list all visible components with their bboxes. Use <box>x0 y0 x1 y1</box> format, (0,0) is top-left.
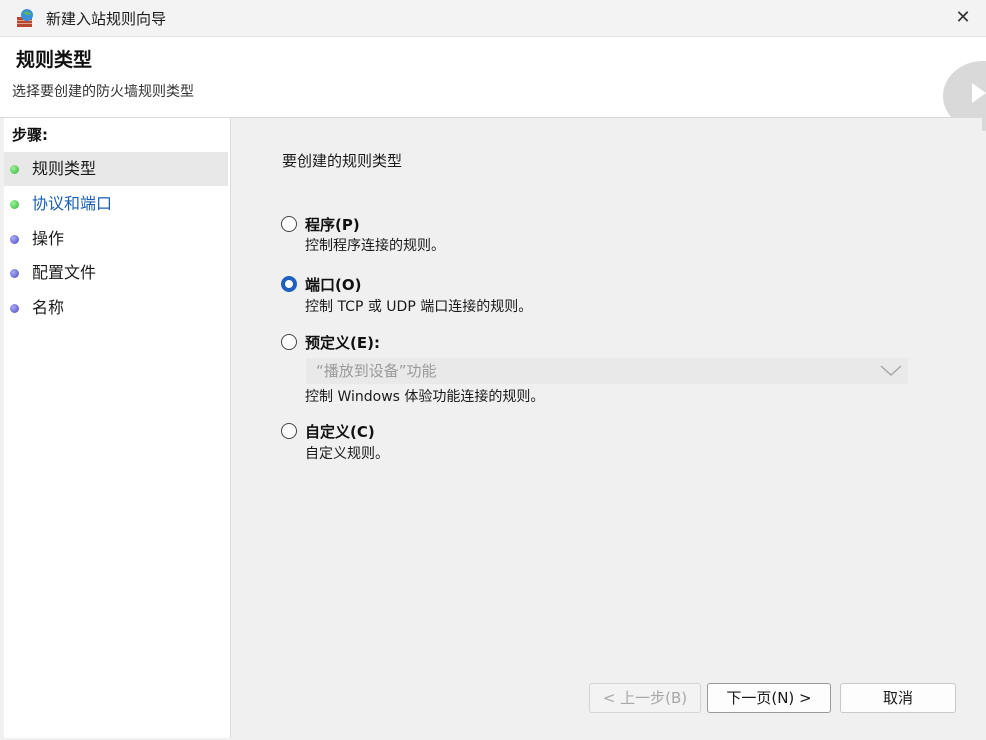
chevron-down-icon <box>880 365 902 377</box>
wizard-header: 规则类型 选择要创建的防火墙规则类型 <box>0 37 986 131</box>
firewall-wizard-icon <box>17 9 33 27</box>
window-title: 新建入站规则向导 <box>46 10 167 28</box>
back-button[interactable]: < 上一步(B) <box>589 683 701 713</box>
cancel-button[interactable]: 取消 <box>840 683 956 713</box>
predefined-radio[interactable] <box>281 334 297 350</box>
port-option-desc: 控制 TCP 或 UDP 端口连接的规则。 <box>305 299 533 315</box>
play-arrow-icon <box>972 83 986 103</box>
next-button[interactable]: 下一页(N) > <box>707 683 831 713</box>
sidebar-item-label: 配置文件 <box>32 263 97 282</box>
step-pending-icon <box>10 235 19 244</box>
program-radio[interactable] <box>281 216 297 232</box>
custom-option-label[interactable]: 自定义(C) <box>305 421 375 442</box>
rule-type-prompt: 要创建的规则类型 <box>282 152 403 170</box>
sidebar-item-label: 名称 <box>32 298 65 317</box>
predefined-select: “播放到设备”功能 <box>306 358 908 384</box>
step-complete-icon <box>10 165 19 174</box>
main-panel: 要创建的规则类型 程序(P) 控制程序连接的规则。 端口(O) 控制 TCP 或… <box>236 118 982 738</box>
program-option-desc: 控制程序连接的规则。 <box>305 238 445 254</box>
step-complete-icon <box>10 200 19 209</box>
predefined-select-value: “播放到设备”功能 <box>316 362 437 380</box>
title-bar: 新建入站规则向导 ✕ <box>0 0 986 37</box>
sidebar-item-rule-type[interactable]: 规则类型 <box>4 152 228 186</box>
page-title: 规则类型 <box>16 49 93 71</box>
predefined-option-desc: 控制 Windows 体验功能连接的规则。 <box>305 389 545 405</box>
step-pending-icon <box>10 269 19 278</box>
sidebar-item-action: 操作 <box>4 222 228 256</box>
port-option-label[interactable]: 端口(O) <box>305 274 361 295</box>
sidebar-item-protocol-ports[interactable]: 协议和端口 <box>4 187 228 221</box>
steps-heading: 步骤: <box>12 126 48 144</box>
close-button[interactable]: ✕ <box>940 0 986 36</box>
sidebar-item-label: 规则类型 <box>32 159 97 178</box>
steps-sidebar: 步骤: 规则类型 协议和端口 操作 配置文件 名称 <box>4 118 231 738</box>
sidebar-item-label: 操作 <box>32 229 65 248</box>
custom-option-desc: 自定义规则。 <box>305 446 389 462</box>
sidebar-item-profile: 配置文件 <box>4 256 228 290</box>
page-subtitle: 选择要创建的防火墙规则类型 <box>12 84 194 100</box>
sidebar-item-name: 名称 <box>4 291 228 325</box>
sidebar-item-label: 协议和端口 <box>32 194 113 213</box>
program-option-label[interactable]: 程序(P) <box>305 214 360 235</box>
port-radio[interactable] <box>281 276 297 292</box>
predefined-option-label[interactable]: 预定义(E): <box>305 332 380 353</box>
step-pending-icon <box>10 304 19 313</box>
custom-radio[interactable] <box>281 423 297 439</box>
